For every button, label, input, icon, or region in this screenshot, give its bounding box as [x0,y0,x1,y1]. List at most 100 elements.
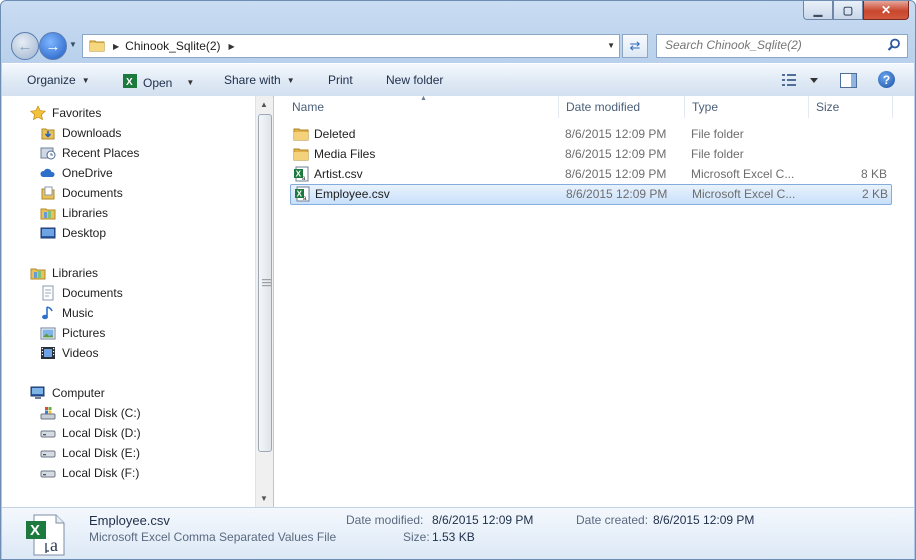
computer-icon [30,385,46,401]
table-row[interactable]: Deleted 8/6/2015 12:09 PM File folder [290,125,890,144]
file-name: Deleted [314,127,356,141]
sidebar-item-local-disk-e[interactable]: Local Disk (E:) [40,444,140,462]
sidebar-item-libraries[interactable]: Libraries [40,204,108,222]
scroll-up-arrow-icon[interactable]: ▲ [260,100,268,109]
refresh-button[interactable]: ⇄ [622,34,648,58]
navigation-pane: Favorites Downloads Recent Places OneDri… [2,96,273,507]
print-button[interactable]: Print [328,73,353,87]
details-size: 1.53 KB [432,530,475,544]
breadcrumb-separator-icon[interactable]: ▶ [229,42,235,51]
minimize-button[interactable]: ▁ [803,1,833,20]
sidebar-item-label: Recent Places [62,146,140,160]
command-bar: Organize ▼ X Open ▼ Share with ▼ Print New … [2,63,914,97]
sidebar-favorites-label: Favorites [52,106,102,120]
breadcrumb-separator-icon[interactable]: ▶ [113,42,119,51]
breadcrumb[interactable]: Chinook_Sqlite(2) [125,39,220,53]
file-type: File folder [691,127,744,141]
organize-label: Organize [27,73,76,87]
sidebar-item-onedrive[interactable]: OneDrive [40,164,113,182]
drive-icon [40,465,56,481]
details-date-modified: 8/6/2015 12:09 PM [432,513,534,527]
file-list: ▲ Name Date modified Type Size Deleted 8… [274,95,914,507]
file-type: File folder [691,147,744,161]
sidebar-item-label: Documents [62,286,123,300]
address-dropdown-icon[interactable]: ▼ [607,41,615,50]
sidebar-item-local-disk-c[interactable]: Local Disk (C:) [40,404,141,422]
new-folder-button[interactable]: New folder [386,73,443,87]
details-date-modified-label: Date modified: [346,513,424,527]
sidebar-item-label: Pictures [62,326,106,340]
column-header-type[interactable]: Type [688,96,809,118]
sidebar-computer[interactable]: Computer [30,384,105,402]
scrollbar-thumb[interactable]: — — — [258,114,272,452]
scroll-down-arrow-icon[interactable]: ▼ [260,494,268,503]
folder-icon [293,146,309,165]
sidebar-item-local-disk-d[interactable]: Local Disk (D:) [40,424,141,442]
chevron-down-icon: ▼ [286,75,295,85]
file-size: 2 KB [861,187,888,201]
svg-text:X: X [126,77,133,88]
column-header-name[interactable]: Name [288,96,559,118]
pictures-icon [40,325,56,341]
videos-icon [40,345,56,361]
sidebar-item-videos[interactable]: Videos [40,344,98,362]
address-bar[interactable]: ▶ Chinook_Sqlite(2) ▶ ▼ [82,34,620,58]
chevron-down-icon: ▼ [81,75,90,85]
file-type: Microsoft Excel C... [692,187,796,201]
folder-icon [293,126,309,145]
sidebar-item-local-disk-f[interactable]: Local Disk (F:) [40,464,139,482]
sidebar-item-desktop[interactable]: Desktop [40,224,106,242]
open-button[interactable]: X Open ▼ [122,73,194,92]
change-view-button[interactable] [782,73,822,90]
sidebar-item-music[interactable]: Music [40,304,93,322]
share-with-button[interactable]: Share with ▼ [224,73,295,87]
svg-text:X: X [30,522,40,539]
star-icon [30,105,46,121]
table-row[interactable]: Xa Artist.csv 8/6/2015 12:09 PM Microsof… [290,165,890,184]
file-size: 8 KB [860,167,887,181]
search-icon[interactable] [887,38,901,55]
file-date: 8/6/2015 12:09 PM [566,187,668,201]
excel-csv-icon: Xa [294,186,310,205]
file-date: 8/6/2015 12:09 PM [565,127,667,141]
sidebar-item-downloads[interactable]: Downloads [40,124,121,142]
sidebar-item-label: Videos [62,346,99,360]
column-header-label: Size [816,100,840,114]
new-folder-label: New folder [386,73,444,87]
close-button[interactable]: ✕ [863,1,909,20]
documents-icon [40,185,56,201]
file-type: Microsoft Excel C... [691,167,795,181]
sidebar-item-label: Local Disk (C:) [62,406,141,420]
table-row-selected[interactable]: Xa Employee.csv 8/6/2015 12:09 PM Micros… [290,184,892,205]
table-row[interactable]: Media Files 8/6/2015 12:09 PM File folde… [290,145,890,164]
details-size-label: Size: [403,530,430,544]
grip-icon: — — — [262,274,271,290]
column-header-date-modified[interactable]: Date modified [562,96,685,118]
forward-button[interactable]: → [39,32,67,60]
organize-button[interactable]: Organize ▼ [27,73,90,87]
refresh-icon: ⇄ [629,38,641,53]
search-input[interactable] [657,35,880,55]
sidebar-item-documents[interactable]: Documents [40,284,123,302]
sidebar-favorites[interactable]: Favorites [30,104,101,122]
sidebar-libraries[interactable]: Libraries [30,264,98,282]
sidebar-item-recent-places[interactable]: Recent Places [40,144,139,162]
sidebar-item-label: Local Disk (D:) [62,426,141,440]
recent-pages-dropdown[interactable]: ▼ [69,40,77,49]
column-header-label: Name [292,100,325,114]
help-button[interactable]: ? [878,71,895,88]
details-pane: Xa Employee.csv Microsoft Excel Comma Se… [2,507,914,559]
preview-pane-button[interactable] [840,73,857,88]
sidebar-item-label: Documents [62,186,123,200]
search-box [656,34,908,58]
navigation-scrollbar[interactable]: ▲ — — — ▼ [255,96,273,507]
music-icon [40,305,56,321]
back-button[interactable]: ← [11,32,39,60]
maximize-button[interactable]: ▢ [833,1,863,20]
sidebar-item-documents[interactable]: Documents [40,184,123,202]
sidebar-item-label: OneDrive [62,166,113,180]
excel-csv-icon: Xa [24,513,72,559]
sidebar-item-pictures[interactable]: Pictures [40,324,105,342]
sidebar-item-label: Libraries [62,206,109,220]
column-header-size[interactable]: Size [812,96,893,118]
